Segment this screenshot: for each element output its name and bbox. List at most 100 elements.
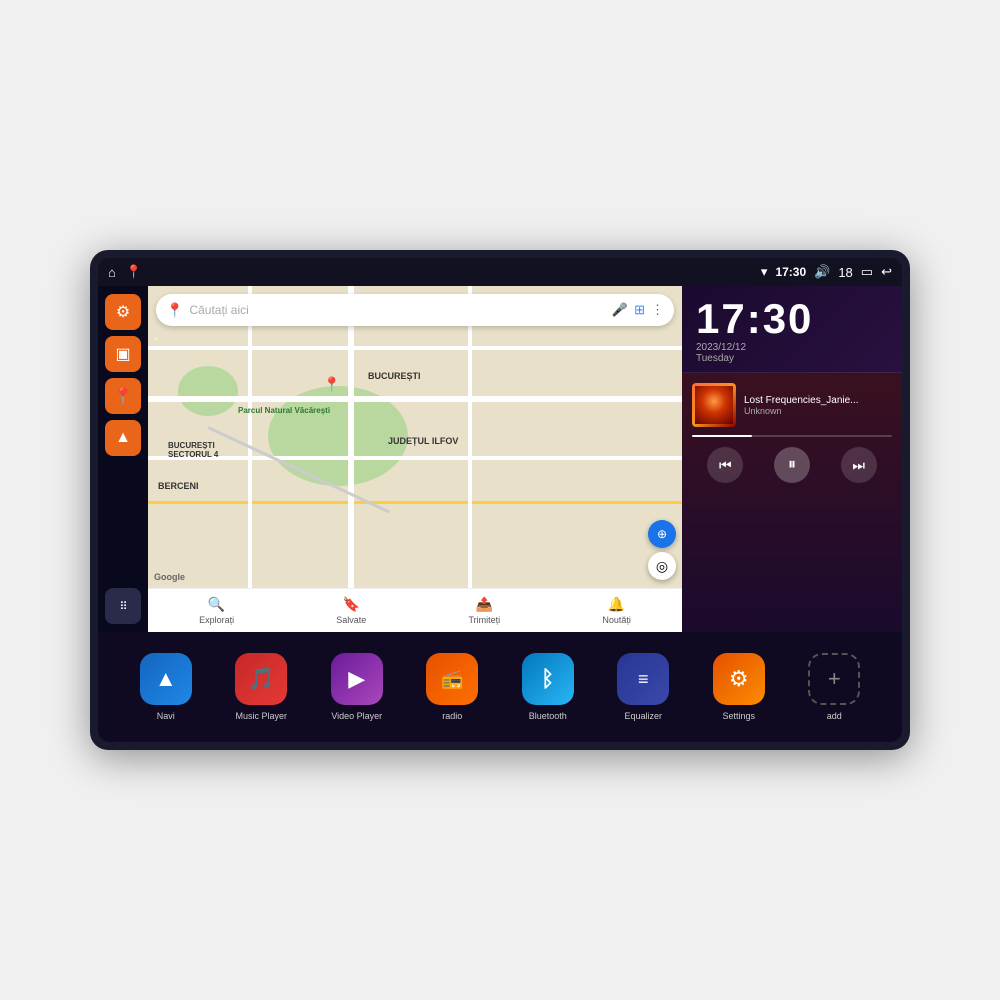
news-icon: 🔔 [608, 596, 625, 613]
sidebar-settings-button[interactable]: ⚙ [105, 294, 141, 330]
road-v3 [468, 286, 472, 632]
radio-label: radio [442, 711, 462, 721]
maps-icon[interactable]: 📍 [126, 264, 142, 280]
map-fab-button[interactable]: ⊕ [648, 520, 676, 548]
status-left-icons: ⌂ 📍 [108, 264, 142, 280]
music-player-icon: 🎵 [235, 653, 287, 705]
app-music-player[interactable]: 🎵 Music Player [235, 653, 287, 721]
map-label-berceni: BERCENI [158, 481, 199, 491]
folder-icon: ▣ [115, 344, 130, 364]
map-canvas[interactable]: AXIS Premium Mobility - Sud Pizza & Bake… [148, 286, 682, 632]
star-deco-4: ✦ [153, 336, 158, 343]
music-progress-fill [692, 435, 752, 437]
settings-app-symbol: ⚙ [729, 666, 749, 692]
sidebar-folder-button[interactable]: ▣ [105, 336, 141, 372]
map-news-button[interactable]: 🔔 Noutăți [602, 596, 631, 625]
app-video-player[interactable]: ▶ Video Player [331, 653, 383, 721]
grid-icon: ⠿ [119, 600, 126, 613]
car-head-unit: ⌂ 📍 ▾ 17:30 🔊 18 ▭ ↩ ⚙ ▣ [90, 250, 910, 750]
bottom-apps-bar: ▲ Navi 🎵 Music Player ▶ Video Player 📻 [98, 632, 902, 742]
status-right-info: ▾ 17:30 🔊 18 ▭ ↩ [761, 264, 892, 280]
music-meta: Lost Frequencies_Janie... Unknown [744, 395, 892, 416]
map-label-jud: JUDEȚUL ILFOV [388, 436, 458, 446]
music-album-art [695, 386, 733, 424]
clock-day-value: Tuesday [696, 353, 734, 364]
clock-section: 17:30 2023/12/12 Tuesday [682, 286, 902, 373]
clock-date-value: 2023/12/12 [696, 342, 746, 353]
left-sidebar: ⚙ ▣ 📍 ▲ ⠿ [98, 286, 148, 632]
equalizer-icon: ≡ [617, 653, 669, 705]
road-h2 [148, 396, 682, 402]
video-player-label: Video Player [331, 711, 382, 721]
music-section: Lost Frequencies_Janie... Unknown ⏮ ⏸ ⏭ [682, 373, 902, 632]
bluetooth-label: Bluetooth [529, 711, 567, 721]
music-player-symbol: 🎵 [248, 666, 275, 692]
park-map-pin: 📍 [323, 376, 340, 393]
settings-icon: ⚙ [116, 302, 130, 322]
app-equalizer[interactable]: ≡ Equalizer [617, 653, 669, 721]
google-logo: Google [154, 572, 185, 582]
add-icon: + [808, 653, 860, 705]
map-share-button[interactable]: 📤 Trimiteți [469, 596, 501, 625]
music-info: Lost Frequencies_Janie... Unknown [692, 383, 892, 427]
app-navi[interactable]: ▲ Navi [140, 653, 192, 721]
navi-label: Navi [157, 711, 175, 721]
app-radio[interactable]: 📻 radio [426, 653, 478, 721]
battery-num: 18 [838, 265, 852, 280]
park-area-2 [178, 366, 238, 416]
music-thumbnail [692, 383, 736, 427]
screen: ⌂ 📍 ▾ 17:30 🔊 18 ▭ ↩ ⚙ ▣ [98, 258, 902, 742]
back-icon[interactable]: ↩ [881, 264, 892, 280]
main-content: ⚙ ▣ 📍 ▲ ⠿ [98, 286, 902, 632]
app-add[interactable]: + add [808, 653, 860, 721]
radio-symbol: 📻 [441, 669, 463, 690]
road-h1 [148, 346, 682, 350]
sidebar-apps-button[interactable]: ⠿ [105, 588, 141, 624]
map-overflow-icon[interactable]: ⋮ [651, 302, 664, 318]
map-location-button[interactable]: ◎ [648, 552, 676, 580]
google-maps-logo-icon: 📍 [166, 302, 183, 319]
road-h4-highlighted [148, 501, 682, 504]
road-v1 [248, 286, 252, 632]
add-label: add [827, 711, 842, 721]
radio-icon: 📻 [426, 653, 478, 705]
map-label-park: Parcul Natural Văcărești [238, 406, 330, 415]
map-pin-icon: 📍 [113, 386, 133, 406]
clock-date: 2023/12/12 Tuesday [696, 342, 888, 364]
settings-label: Settings [722, 711, 755, 721]
map-explore-button[interactable]: 🔍 Explorați [199, 596, 234, 625]
map-search-placeholder: Căutați aici [189, 303, 605, 317]
app-bluetooth[interactable]: ᛒ Bluetooth [522, 653, 574, 721]
battery-icon: ▭ [861, 264, 873, 280]
navi-icon: ▲ [140, 653, 192, 705]
mic-icon[interactable]: 🎤 [612, 302, 628, 318]
music-next-button[interactable]: ⏭ [841, 447, 877, 483]
music-controls: ⏮ ⏸ ⏭ [692, 447, 892, 483]
navi-icon-symbol: ▲ [155, 666, 177, 692]
explore-label: Explorați [199, 615, 234, 625]
road-v2 [348, 286, 354, 632]
share-label: Trimiteți [469, 615, 501, 625]
sidebar-map-button[interactable]: 📍 [105, 378, 141, 414]
add-symbol: + [828, 666, 841, 692]
map-saved-button[interactable]: 🔖 Salvate [336, 596, 366, 625]
share-icon: 📤 [476, 596, 493, 613]
home-icon[interactable]: ⌂ [108, 265, 116, 280]
bluetooth-symbol: ᛒ [541, 666, 554, 692]
app-settings[interactable]: ⚙ Settings [713, 653, 765, 721]
music-player-label: Music Player [235, 711, 287, 721]
equalizer-label: Equalizer [624, 711, 662, 721]
clock-time: 17:30 [696, 298, 888, 340]
saved-icon: 🔖 [343, 596, 360, 613]
music-progress-bar[interactable] [692, 435, 892, 437]
news-label: Noutăți [602, 615, 631, 625]
settings-app-icon: ⚙ [713, 653, 765, 705]
music-prev-button[interactable]: ⏮ [707, 447, 743, 483]
layers-icon[interactable]: ⊞ [634, 302, 645, 318]
sidebar-navigation-button[interactable]: ▲ [105, 420, 141, 456]
music-pause-button[interactable]: ⏸ [774, 447, 810, 483]
map-search-bar[interactable]: 📍 Căutați aici 🎤 ⊞ ⋮ [156, 294, 674, 326]
road-h3 [148, 456, 682, 460]
music-artist: Unknown [744, 406, 892, 416]
video-player-icon: ▶ [331, 653, 383, 705]
